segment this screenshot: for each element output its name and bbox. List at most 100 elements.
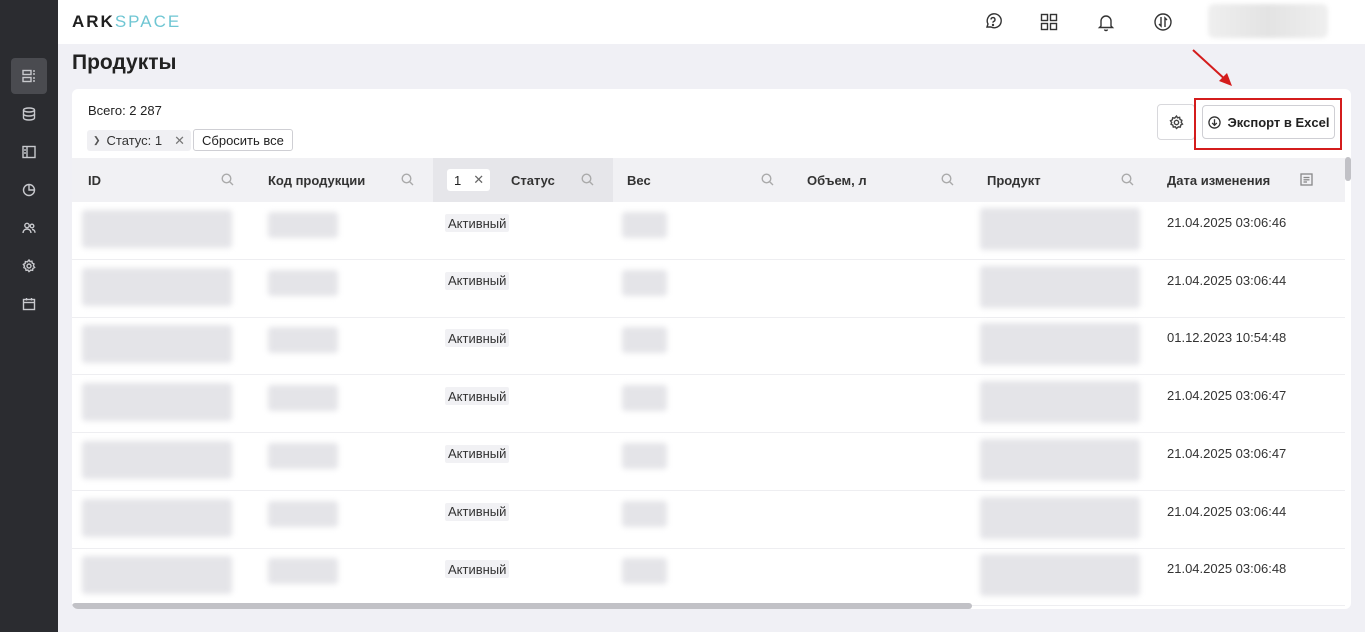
table-row[interactable]: Активный 21.04.2025 03:06:47: [72, 375, 1345, 434]
sidebar-item-database[interactable]: [11, 96, 47, 132]
redacted-id: [82, 383, 232, 422]
redacted-code: [268, 385, 338, 412]
search-icon[interactable]: [941, 173, 954, 186]
help-chat-icon: [986, 13, 1002, 29]
table-row[interactable]: Активный 01.12.2023 10:54:48: [72, 317, 1345, 376]
column-header-volume[interactable]: Объем, л: [793, 158, 973, 202]
column-config-icon[interactable]: [1300, 173, 1313, 186]
column-label: ID: [88, 173, 101, 188]
gear-icon: [22, 259, 36, 273]
modified-date-cell: 21.04.2025 03:06:46: [1167, 215, 1287, 230]
column-header-weight[interactable]: Вес: [613, 158, 793, 202]
redacted-id: [82, 556, 232, 595]
help-chat-button[interactable]: [982, 11, 1004, 33]
status-badge: Активный: [445, 387, 510, 406]
gear-icon: [1168, 114, 1184, 130]
redacted-id: [82, 498, 232, 537]
notifications-button[interactable]: [1095, 11, 1117, 33]
status-filter-chip[interactable]: ❯ Статус: 1 ✕: [87, 130, 192, 151]
reset-filters-button[interactable]: Сбросить все: [193, 129, 293, 151]
total-count: Всего: 2 287: [88, 103, 162, 118]
redacted-code: [268, 442, 338, 469]
vertical-scrollbar[interactable]: [1345, 157, 1351, 181]
column-label: Вес: [627, 173, 651, 188]
column-header-code[interactable]: Код продукции: [252, 158, 433, 202]
column-header-product[interactable]: Продукт: [973, 158, 1153, 202]
filter-chip-label: Статус: 1: [106, 133, 163, 148]
redacted-id: [82, 267, 232, 306]
annotation-highlight-box: [1194, 98, 1342, 150]
status-badge: Активный: [445, 444, 510, 463]
sidebar-item-layout[interactable]: [11, 134, 47, 170]
redacted-weight: [622, 442, 667, 469]
redacted-code: [268, 558, 338, 585]
search-icon[interactable]: [1121, 173, 1134, 186]
sidebar: [0, 0, 58, 632]
redacted-id: [82, 325, 232, 364]
redacted-product: [980, 265, 1140, 308]
status-badge: Активный: [445, 214, 510, 232]
calendar-icon: [22, 298, 36, 311]
column-header-modified[interactable]: Дата изменения: [1153, 158, 1345, 202]
column-label: Объем, л: [807, 173, 867, 188]
products-card: Всего: 2 287 ❯ Статус: 1 ✕ Сбросить все …: [72, 89, 1351, 609]
annotation-arrow: [1192, 49, 1232, 86]
search-icon[interactable]: [761, 173, 774, 186]
redacted-code: [268, 212, 338, 238]
redacted-product: [980, 208, 1140, 250]
redacted-code: [268, 500, 338, 527]
column-label: Продукт: [987, 173, 1041, 188]
search-icon[interactable]: [401, 173, 414, 186]
users-icon: [22, 222, 36, 234]
redacted-weight: [622, 558, 667, 585]
table-header: ID Код продукции 1 ✕ Статус Вес Объем, л…: [72, 158, 1345, 202]
sidebar-item-settings[interactable]: [11, 248, 47, 284]
app-logo[interactable]: ARKSPACE: [72, 12, 181, 32]
table-row[interactable]: Активный 21.04.2025 03:06:46: [72, 202, 1345, 260]
sidebar-item-products[interactable]: [11, 58, 47, 94]
sidebar-item-users[interactable]: [11, 210, 47, 246]
modified-date-cell: 01.12.2023 10:54:48: [1167, 330, 1287, 346]
sync-icon: [1154, 13, 1172, 31]
bell-icon: [1097, 15, 1115, 32]
redacted-weight: [622, 327, 667, 354]
column-header-id[interactable]: ID: [72, 158, 252, 202]
redacted-product: [980, 381, 1140, 424]
column-header-status[interactable]: 1 ✕ Статус: [433, 158, 613, 202]
topbar: ARKSPACE: [58, 0, 1365, 44]
products-list-icon: [22, 69, 35, 83]
status-filter-value: 1: [454, 172, 462, 188]
modified-date-cell: 21.04.2025 03:06:47: [1167, 445, 1287, 461]
redacted-product: [980, 554, 1140, 597]
redacted-weight: [622, 500, 667, 527]
search-icon[interactable]: [581, 173, 594, 186]
modified-date-cell: 21.04.2025 03:06:44: [1167, 272, 1287, 288]
table-body: Активный 21.04.2025 03:06:46 Активный 21.04…: [72, 202, 1345, 607]
search-icon[interactable]: [221, 173, 234, 186]
table-row[interactable]: Активный 21.04.2025 03:06:44: [72, 491, 1345, 549]
redacted-weight: [622, 212, 667, 238]
table-row[interactable]: Активный 21.04.2025 03:06:47: [72, 433, 1345, 491]
sidebar-item-analytics[interactable]: [11, 172, 47, 208]
table-row[interactable]: Активный 21.04.2025 03:06:44: [72, 260, 1345, 318]
redacted-product: [980, 438, 1140, 481]
redacted-product: [980, 323, 1140, 366]
pie-chart-icon: [22, 183, 36, 197]
status-badge: Активный: [445, 271, 510, 290]
table-settings-button[interactable]: [1157, 104, 1195, 140]
user-profile[interactable]: [1208, 4, 1328, 38]
table-row[interactable]: Активный 21.04.2025 03:06:48: [72, 548, 1345, 607]
horizontal-scrollbar[interactable]: [72, 603, 972, 609]
sync-button[interactable]: [1152, 11, 1174, 33]
apps-grid-icon: [1040, 13, 1058, 31]
apps-grid-button[interactable]: [1038, 11, 1060, 33]
chevron-down-icon: ❯: [93, 135, 101, 145]
redacted-product: [980, 496, 1140, 539]
close-icon[interactable]: ✕: [174, 133, 185, 149]
redacted-weight: [622, 269, 667, 296]
modified-date-cell: 21.04.2025 03:06:47: [1167, 388, 1287, 404]
close-icon[interactable]: ✕: [473, 172, 484, 188]
status-filter-tag[interactable]: 1 ✕: [447, 169, 490, 191]
sidebar-item-calendar[interactable]: [11, 286, 47, 322]
redacted-id: [82, 210, 232, 248]
